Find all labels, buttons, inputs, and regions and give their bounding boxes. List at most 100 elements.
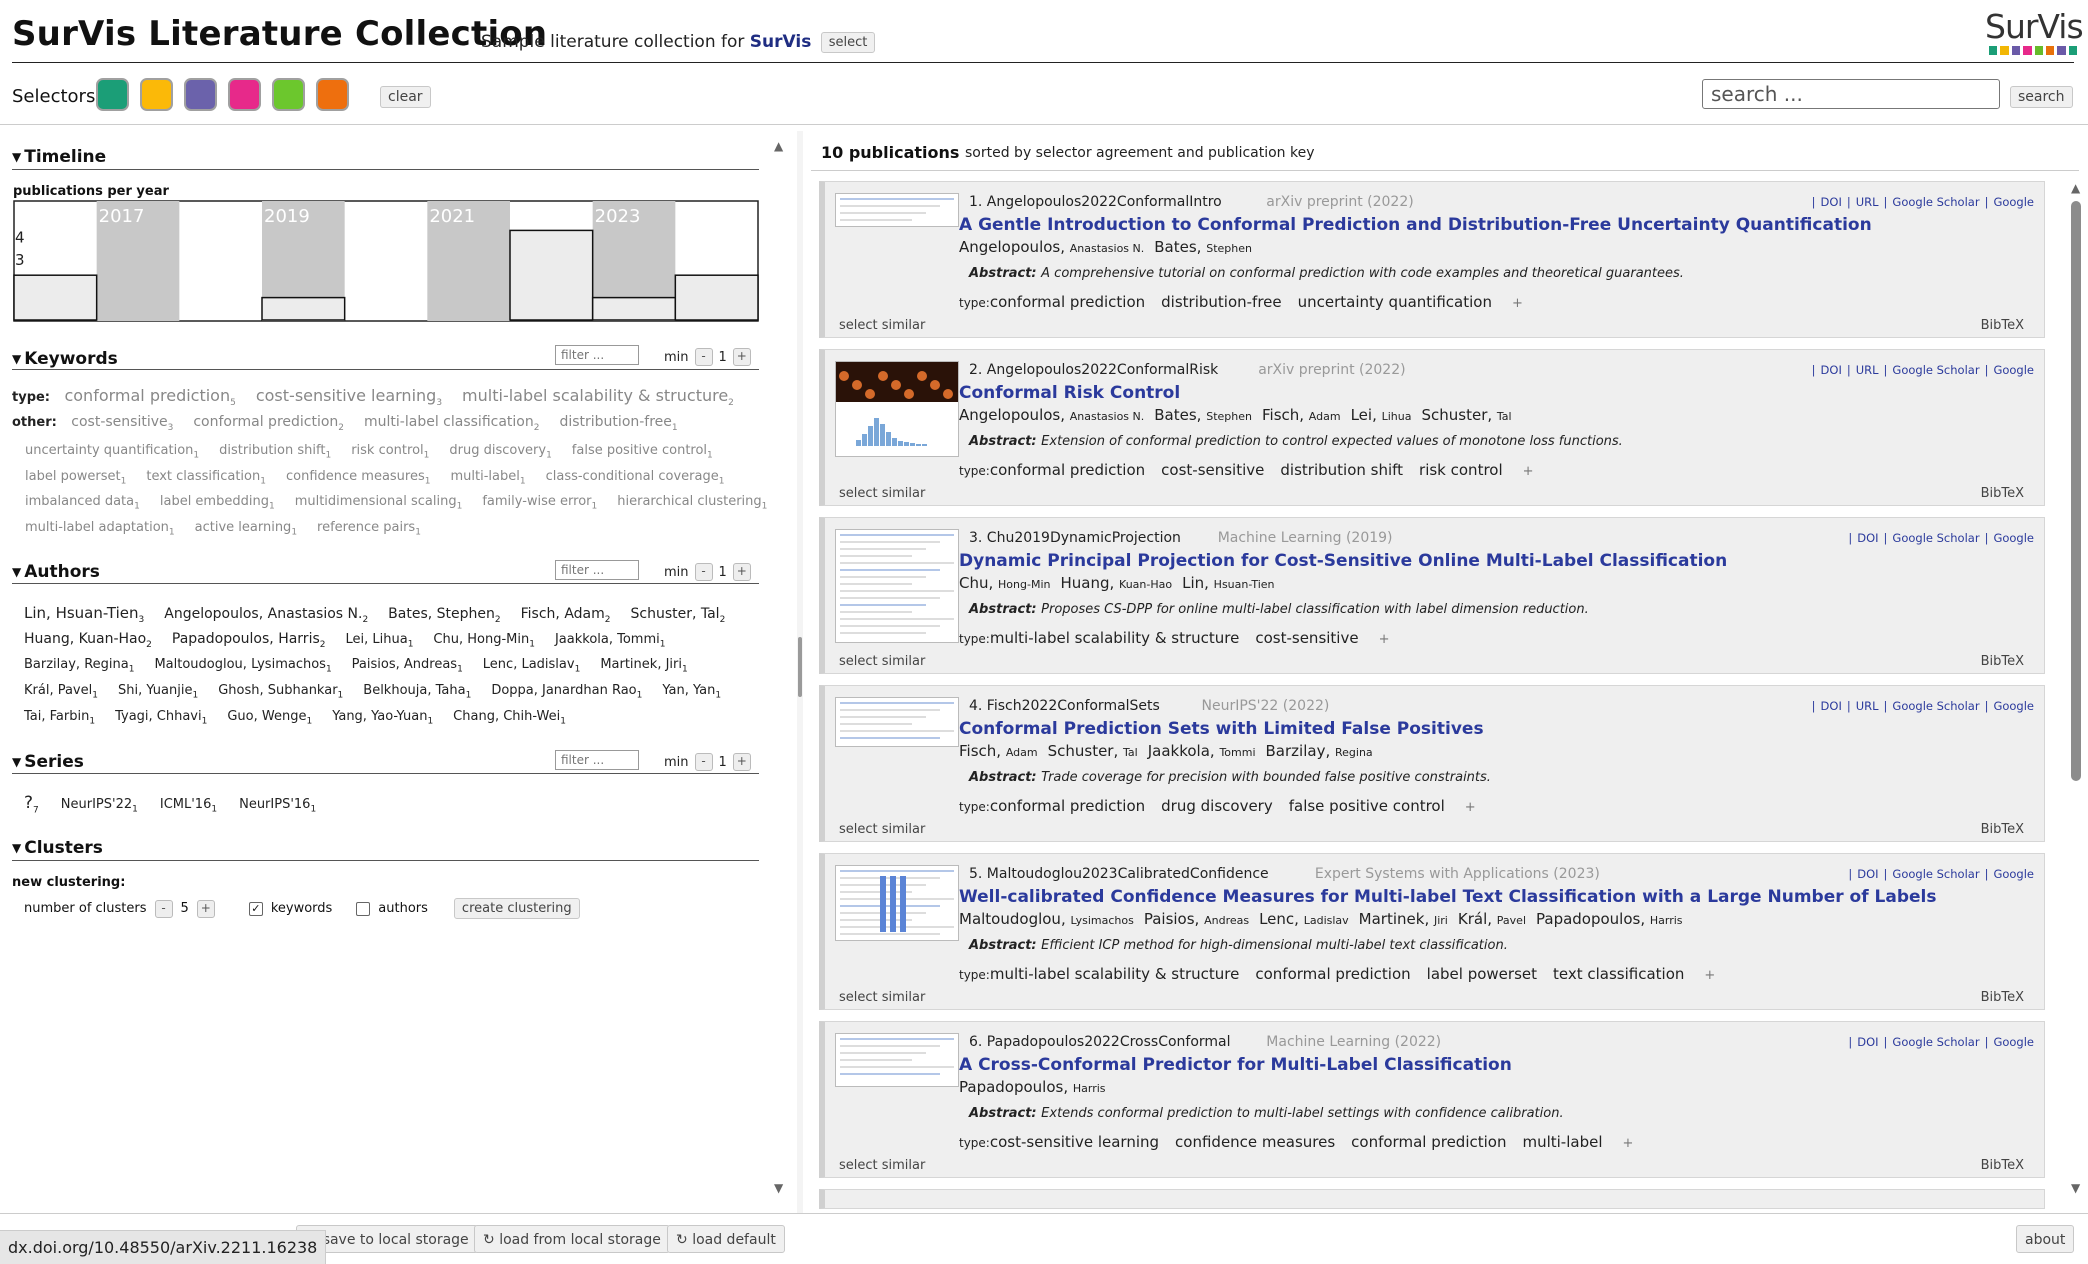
scroll-down-icon[interactable]: ▼: [2071, 1181, 2080, 1195]
keyword-tag[interactable]: text classification1: [146, 469, 266, 487]
keyword-tag[interactable]: risk control1: [351, 443, 429, 461]
publication-keyword-tag[interactable]: multi-label scalability & structure: [990, 629, 1240, 647]
publication-entry[interactable]: 2. Angelopoulos2022ConformalRisk arXiv pr…: [819, 349, 2045, 506]
series-tag[interactable]: NeurIPS'221: [61, 797, 138, 815]
splitter-grip[interactable]: [798, 637, 802, 697]
author-tag[interactable]: Barzilay, Regina1: [24, 657, 134, 675]
add-keyword-button[interactable]: +: [1623, 1136, 1634, 1151]
timeline-year-label[interactable]: 2021: [429, 206, 475, 227]
publication-title-link[interactable]: Well-calibrated Confidence Measures for …: [959, 887, 1937, 907]
select-similar-link[interactable]: select similar: [839, 990, 925, 1005]
timeline-year-label[interactable]: 2018: [181, 206, 227, 227]
link-doi[interactable]: DOI: [1821, 699, 1842, 713]
keyword-tag[interactable]: hierarchical clustering1: [617, 494, 767, 512]
publication-keyword-tag[interactable]: cost-sensitive: [1161, 461, 1264, 479]
paper-thumbnail[interactable]: [835, 1033, 959, 1087]
author-tag[interactable]: Shi, Yuanjie1: [118, 683, 198, 701]
publication-title-link[interactable]: Dynamic Principal Projection for Cost-Se…: [959, 551, 1727, 571]
publication-entry[interactable]: 3. Chu2019DynamicProjection Machine Learn…: [819, 517, 2045, 674]
author-tag[interactable]: Martinek, Jiri1: [600, 657, 687, 675]
min-increase-button[interactable]: +: [732, 348, 751, 366]
clusters-increase-button[interactable]: +: [196, 899, 215, 918]
keyword-tag[interactable]: cost-sensitive3: [71, 414, 173, 433]
series-tag[interactable]: ICML'161: [160, 797, 217, 815]
bibtex-link[interactable]: BibTeX: [1981, 1158, 2024, 1173]
publication-keyword-tag[interactable]: multi-label: [1522, 1133, 1602, 1151]
author-link[interactable]: Schuster,: [1048, 742, 1123, 760]
author-link[interactable]: Fisch,: [1262, 406, 1309, 424]
author-tag[interactable]: Yan, Yan1: [662, 683, 721, 701]
publication-keyword-tag[interactable]: conformal prediction: [990, 797, 1145, 815]
publication-title-link[interactable]: A Gentle Introduction to Conformal Predi…: [959, 215, 1872, 235]
author-link[interactable]: Bates,: [1154, 238, 1206, 256]
add-keyword-button[interactable]: +: [1523, 464, 1534, 479]
clusters-header[interactable]: ▼ Clusters: [12, 838, 103, 858]
author-link[interactable]: Fisch,: [959, 742, 1006, 760]
author-tag[interactable]: Chu, Hong-Min1: [433, 632, 535, 650]
select-similar-link[interactable]: select similar: [839, 318, 925, 333]
paper-thumbnail[interactable]: [835, 865, 959, 941]
keyword-tag[interactable]: conformal prediction5: [64, 386, 235, 408]
bibtex-link[interactable]: BibTeX: [1981, 486, 2024, 501]
paper-thumbnail[interactable]: [835, 193, 959, 227]
link-url[interactable]: URL: [1856, 195, 1879, 209]
author-link[interactable]: Bates,: [1154, 406, 1206, 424]
timeline-header[interactable]: ▼ Timeline: [12, 147, 106, 167]
select-similar-link[interactable]: select similar: [839, 654, 925, 669]
author-link[interactable]: Angelopoulos,: [959, 238, 1070, 256]
link-doi[interactable]: DOI: [1821, 195, 1842, 209]
timeline-bar[interactable]: [509, 229, 594, 321]
keyword-tag[interactable]: active learning1: [195, 520, 297, 538]
bibtex-link[interactable]: BibTeX: [1981, 990, 2024, 1005]
link-google-scholar[interactable]: Google Scholar: [1892, 1035, 1979, 1049]
selector-swatch-2[interactable]: [140, 78, 173, 111]
link-google[interactable]: Google: [1993, 531, 2034, 545]
timeline-chart[interactable]: 2016 2017 2018 2019 2020 2021 2022 2023 2024 4 3: [13, 200, 759, 322]
author-tag[interactable]: Maltoudoglou, Lysimachos1: [154, 657, 331, 675]
link-google[interactable]: Google: [1993, 867, 2034, 881]
link-doi[interactable]: DOI: [1857, 867, 1878, 881]
publication-keyword-tag[interactable]: drug discovery: [1161, 797, 1273, 815]
author-tag[interactable]: Doppa, Janardhan Rao1: [491, 683, 642, 701]
link-google-scholar[interactable]: Google Scholar: [1892, 195, 1979, 209]
author-tag[interactable]: Fisch, Adam2: [521, 606, 611, 625]
author-link[interactable]: Chu,: [959, 574, 998, 592]
author-link[interactable]: Jaakkola,: [1148, 742, 1220, 760]
bibtex-link[interactable]: BibTeX: [1981, 822, 2024, 837]
load-default-button[interactable]: ↻ load default: [667, 1225, 785, 1253]
scrollbar-thumb[interactable]: [2071, 201, 2081, 781]
add-keyword-button[interactable]: +: [1704, 968, 1715, 983]
author-tag[interactable]: Guo, Wenge1: [227, 709, 312, 727]
link-doi[interactable]: DOI: [1857, 531, 1878, 545]
publication-entry-partial[interactable]: [819, 1189, 2045, 1209]
timeline-year-label[interactable]: 2017: [99, 206, 145, 227]
author-link[interactable]: Papadopoulos,: [1536, 910, 1650, 928]
load-local-storage-button[interactable]: ↻ load from local storage: [474, 1225, 670, 1253]
selector-swatch-5[interactable]: [272, 78, 305, 111]
link-google[interactable]: Google: [1993, 1035, 2034, 1049]
publication-title-link[interactable]: Conformal Prediction Sets with Limited F…: [959, 719, 1484, 739]
series-filter-input[interactable]: [555, 750, 639, 770]
min-decrease-button[interactable]: -: [694, 563, 713, 581]
paper-thumbnail[interactable]: [835, 361, 959, 457]
publication-entry[interactable]: 1. Angelopoulos2022ConformalIntro arXiv p…: [819, 181, 2045, 338]
selector-swatch-3[interactable]: [184, 78, 217, 111]
link-google[interactable]: Google: [1993, 195, 2034, 209]
min-decrease-button[interactable]: -: [694, 753, 713, 771]
publication-keyword-tag[interactable]: conformal prediction: [990, 461, 1145, 479]
publication-title-link[interactable]: Conformal Risk Control: [959, 383, 1180, 403]
author-tag[interactable]: Tyagi, Chhavi1: [115, 709, 207, 727]
author-tag[interactable]: Lin, Hsuan-Tien3: [24, 604, 144, 625]
author-link[interactable]: Martinek,: [1359, 910, 1434, 928]
publication-keyword-tag[interactable]: conformal prediction: [1255, 965, 1410, 983]
link-google[interactable]: Google: [1993, 699, 2034, 713]
bibtex-link[interactable]: BibTeX: [1981, 654, 2024, 669]
add-keyword-button[interactable]: +: [1379, 632, 1390, 647]
author-tag[interactable]: Lenc, Ladislav1: [483, 657, 581, 675]
timeline-bar[interactable]: [13, 274, 98, 321]
publication-keyword-tag[interactable]: cost-sensitive: [1255, 629, 1358, 647]
publication-keyword-tag[interactable]: confidence measures: [1175, 1133, 1335, 1151]
keyword-tag[interactable]: label embedding1: [160, 494, 275, 512]
publication-keyword-tag[interactable]: conformal prediction: [1351, 1133, 1506, 1151]
scroll-down-icon[interactable]: ▼: [774, 1181, 783, 1195]
